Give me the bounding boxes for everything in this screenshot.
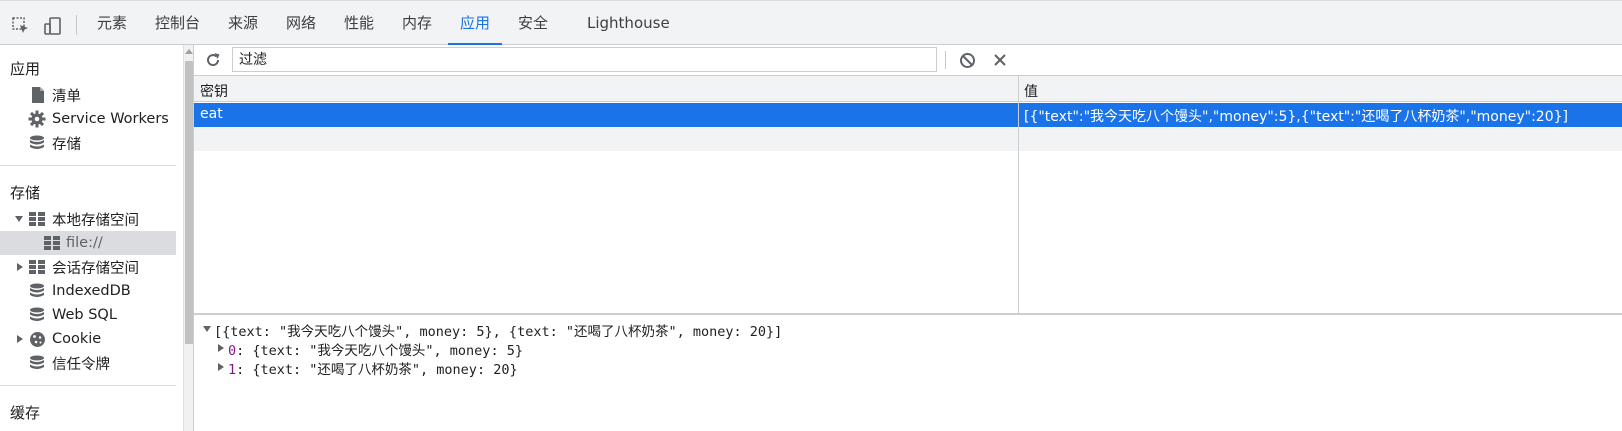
chevron-right-icon[interactable]: [17, 335, 23, 343]
column-header-key[interactable]: 密钥: [200, 81, 228, 101]
section-title-application: 应用: [10, 60, 41, 78]
sidebar-item-label: Web SQL: [52, 307, 117, 323]
tab-performance[interactable]: 性能: [344, 1, 374, 45]
column-divider[interactable]: [1018, 76, 1019, 313]
gear-icon: [28, 110, 46, 128]
local-storage-table: 密钥 值 eat [{"text":"我今天吃八个馒头","money":5},…: [194, 76, 1622, 313]
tab-network[interactable]: 网络: [286, 1, 316, 45]
sidebar-item-manifest[interactable]: 清单: [0, 83, 176, 107]
table-row[interactable]: eat [{"text":"我今天吃八个馒头","money":5},{"tex…: [194, 103, 1622, 127]
sidebar-item-service-workers[interactable]: Service Workers: [0, 107, 176, 131]
section-divider: [0, 385, 176, 386]
cell-value[interactable]: [{"text":"我今天吃八个馒头","money":5},{"text":"…: [1024, 106, 1568, 126]
preview-item-0[interactable]: 0: {text: "我今天吃八个馒头", money: 5}: [228, 339, 523, 359]
device-toolbar-icon[interactable]: [42, 15, 64, 37]
cookie-icon: [28, 330, 46, 348]
database-icon: [28, 282, 46, 300]
sidebar-item-trust-tokens[interactable]: 信任令牌: [0, 351, 176, 375]
tab-console[interactable]: 控制台: [155, 1, 200, 45]
sidebar-item-session-storage[interactable]: 会话存储空间: [0, 255, 176, 279]
array-index: 0: [228, 343, 237, 359]
array-index: 1: [228, 362, 237, 378]
sidebar-item-indexeddb[interactable]: IndexedDB: [0, 279, 176, 303]
sidebar-scrollbar[interactable]: [183, 45, 193, 431]
table-grid-icon: [43, 234, 61, 252]
sidebar-item-label: 清单: [52, 88, 81, 105]
toolbar-separator: [76, 15, 77, 35]
section-title-storage: 存储: [10, 184, 41, 202]
scroll-up-arrow-icon[interactable]: [185, 49, 193, 54]
table-row-empty[interactable]: [194, 127, 1622, 151]
sidebar-item-label: 信任令牌: [52, 356, 110, 373]
table-header: 密钥 值: [194, 76, 1622, 102]
sidebar-item-storage-overview[interactable]: 存储: [0, 131, 176, 155]
database-icon: [28, 354, 46, 372]
sidebar-item-local-storage-file[interactable]: file://: [0, 231, 176, 255]
value-preview: [{text: "我今天吃八个馒头", money: 5}, {text: "还…: [194, 315, 1622, 431]
sidebar-item-label: 本地存储空间: [52, 212, 139, 229]
delete-selected-icon[interactable]: [990, 50, 1010, 70]
application-sidebar: 应用 清单 Service Workers 存储 存储 本地存储空间 file:…: [0, 45, 183, 431]
tab-memory[interactable]: 内存: [402, 1, 432, 45]
array-item-body: : {text: "还喝了八杯奶茶", money: 20}: [236, 362, 518, 378]
chevron-right-icon[interactable]: [17, 263, 23, 271]
sidebar-item-websql[interactable]: Web SQL: [0, 303, 176, 327]
toolbar-separator: [945, 51, 946, 69]
storage-toolbar: [194, 45, 1622, 76]
document-icon: [29, 86, 47, 104]
database-icon: [28, 306, 46, 324]
sidebar-item-local-storage[interactable]: 本地存储空间: [0, 207, 176, 231]
column-header-value[interactable]: 值: [1024, 81, 1038, 101]
section-divider: [0, 165, 176, 166]
tab-sources[interactable]: 来源: [228, 1, 258, 45]
preview-item-1[interactable]: 1: {text: "还喝了八杯奶茶", money: 20}: [228, 358, 518, 378]
section-title-cache: 缓存: [10, 404, 41, 422]
sidebar-item-label: file://: [66, 235, 103, 251]
sidebar-item-label: 存储: [52, 136, 81, 153]
clear-all-icon[interactable]: [957, 50, 977, 70]
sidebar-item-label: Cookie: [52, 331, 102, 347]
tab-elements[interactable]: 元素: [97, 1, 127, 45]
chevron-down-icon[interactable]: [203, 326, 211, 332]
scrollbar-thumb[interactable]: [185, 61, 193, 344]
cell-key[interactable]: eat: [200, 106, 223, 122]
filter-input[interactable]: [232, 47, 937, 72]
chevron-right-icon[interactable]: [218, 363, 224, 371]
table-grid-icon: [28, 258, 46, 276]
sidebar-item-label: IndexedDB: [52, 283, 131, 299]
preview-root[interactable]: [{text: "我今天吃八个馒头", money: 5}, {text: "还…: [214, 320, 782, 340]
chevron-down-icon[interactable]: [15, 216, 23, 222]
sidebar-item-label: 会话存储空间: [52, 260, 139, 277]
array-item-body: : {text: "我今天吃八个馒头", money: 5}: [236, 343, 523, 359]
refresh-icon[interactable]: [203, 50, 223, 70]
devtools-tab-bar: 元素 控制台 来源 网络 性能 内存 应用 安全 Lighthouse: [0, 0, 1622, 45]
inspect-element-icon[interactable]: [10, 15, 32, 37]
tab-application[interactable]: 应用: [447, 1, 503, 45]
chevron-right-icon[interactable]: [218, 344, 224, 352]
sidebar-item-label: Service Workers: [52, 111, 169, 127]
tab-security[interactable]: 安全: [518, 1, 548, 45]
sidebar-item-cookie[interactable]: Cookie: [0, 327, 176, 351]
table-grid-icon: [28, 210, 46, 228]
tab-lighthouse[interactable]: Lighthouse: [587, 1, 670, 45]
database-icon: [28, 134, 46, 152]
